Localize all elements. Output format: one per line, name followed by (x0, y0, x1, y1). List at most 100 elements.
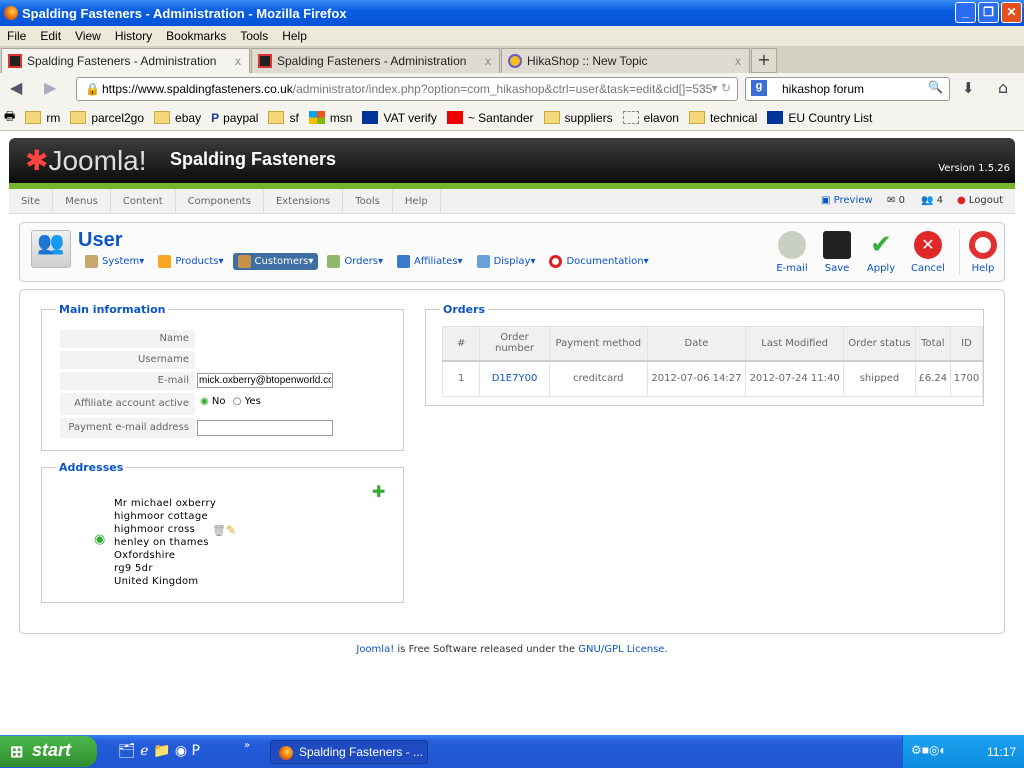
bookmark-paypal[interactable]: Ppaypal (211, 111, 258, 125)
tab-admin-2[interactable]: Spalding Fasteners - Administration x (251, 48, 500, 73)
forward-icon[interactable]: ▶ (44, 78, 56, 97)
admin-menu: Site Menus Content Components Extensions Tool… (9, 188, 1015, 214)
order-number-link[interactable]: D1E7Y00 (479, 360, 550, 397)
col-last-modified: Last Modified (745, 326, 845, 362)
bookmark-vat-verify[interactable]: VAT verify (362, 111, 437, 125)
download-icon[interactable]: ⬇ (962, 79, 975, 97)
email-label: E-mail (60, 372, 195, 390)
addresses-legend: Addresses (59, 461, 124, 474)
print-icon[interactable]: 🖶 (4, 107, 15, 128)
order-status: shipped (843, 360, 916, 397)
email-button[interactable]: E-mail (770, 231, 814, 274)
back-icon[interactable]: ◀ (10, 78, 22, 97)
preview-link[interactable]: ▣ Preview (821, 195, 873, 206)
close-tab-icon[interactable]: x (735, 54, 741, 68)
affiliate-yes-radio[interactable]: ○ (233, 396, 242, 407)
menu-history[interactable]: History (108, 29, 159, 43)
search-bar[interactable]: g hikashop forum 🔍 (745, 77, 950, 101)
submenu-products[interactable]: Products ▾ (153, 253, 228, 270)
bookmark-rm[interactable]: rm (25, 111, 60, 125)
help-button[interactable]: Help (961, 231, 1005, 274)
gpl-license-link[interactable]: GNU/GPL License (578, 644, 664, 655)
url-bar[interactable]: 🔒 https://www.spaldingfasteners.co.uk/adm… (76, 77, 738, 101)
menu-help[interactable]: Help (275, 29, 314, 43)
payment-email-input[interactable] (197, 420, 333, 436)
tab-label: Spalding Fasteners - Administration (277, 54, 467, 68)
bookmark-suppliers[interactable]: suppliers (543, 111, 613, 125)
admin-menu-help[interactable]: Help (393, 188, 441, 214)
submenu-affiliates[interactable]: Affiliates ▾ (392, 253, 468, 270)
start-button[interactable]: ⊞ start (0, 736, 97, 767)
delete-address-icon[interactable]: 🗑 (212, 524, 226, 537)
save-button[interactable]: Save (815, 231, 859, 274)
close-tab-icon[interactable]: x (485, 54, 491, 68)
taskbar-firefox-window[interactable]: Spalding Fasteners - ... (270, 740, 428, 764)
users-count[interactable]: 👥 4 (921, 195, 943, 206)
maximize-button[interactable]: ❐ (978, 2, 999, 23)
submenu-documentation[interactable]: Documentation ▾ (544, 253, 653, 270)
google-icon[interactable]: g (751, 80, 767, 96)
email-input[interactable] (197, 373, 333, 388)
submenu-display[interactable]: Display ▾ (472, 253, 541, 270)
admin-menu-components[interactable]: Components (176, 188, 264, 214)
bookmark-ebay[interactable]: ebay (154, 111, 201, 125)
address-line: highmoor cottage (114, 511, 208, 522)
apply-check-icon: ✔ (870, 230, 892, 260)
lock-icon: 🔒 (85, 82, 100, 96)
bookmark-technical[interactable]: technical (688, 111, 757, 125)
col-total: Total (914, 326, 951, 362)
submenu-customers[interactable]: Customers ▾ (232, 253, 319, 270)
cancel-button[interactable]: ✕ Cancel (906, 231, 950, 274)
bookmark-msn[interactable]: msn (308, 111, 352, 125)
bookmark-parcel2go[interactable]: parcel2go (70, 111, 144, 125)
search-icon[interactable]: 🔍 (928, 80, 943, 94)
admin-menu-content[interactable]: Content (111, 188, 176, 214)
new-tab-button[interactable]: + (751, 48, 777, 73)
main-information-fieldset: Main information Name Username E-mail Af… (41, 303, 404, 451)
admin-menu-extensions[interactable]: Extensions (264, 188, 344, 214)
joomla-favicon (8, 54, 22, 68)
submenu-system[interactable]: System ▾ (80, 253, 149, 270)
menu-file[interactable]: File (0, 29, 33, 43)
joomla-logo: ✱Joomla! (25, 145, 147, 176)
bookmark-star-icon[interactable]: ☆ ▾ ↻ (697, 81, 731, 95)
bookmark-eu-country-list[interactable]: EU Country List (767, 111, 872, 125)
menu-tools[interactable]: Tools (233, 29, 275, 43)
edit-address-icon[interactable]: ✎ (226, 523, 236, 537)
system-tray: ⚙■◎◐ 11:17 (902, 735, 1024, 768)
menu-view[interactable]: View (68, 29, 108, 43)
cancel-icon: ✕ (914, 231, 942, 259)
bookmark-santander[interactable]: ~ Santander (446, 111, 534, 125)
tray-icons[interactable]: ⚙■◎◐ (911, 743, 947, 757)
address-line: highmoor cross (114, 524, 196, 535)
no-label: No (211, 396, 226, 407)
tab-hikashop[interactable]: HikaShop :: New Topic x (501, 48, 750, 73)
menu-edit[interactable]: Edit (33, 29, 68, 43)
minimize-button[interactable]: _ (955, 2, 976, 23)
home-icon[interactable]: ⌂ (998, 78, 1008, 97)
menu-bar: File Edit View History Bookmarks Tools Help (0, 26, 1024, 46)
quick-launch-expand[interactable]: » (244, 740, 250, 751)
affiliate-radio-group: ◉ No ○ Yes (200, 396, 261, 407)
add-address-icon[interactable]: ✚ (372, 482, 385, 501)
bookmark-elavon[interactable]: elavon (622, 111, 679, 125)
close-tab-icon[interactable]: x (235, 54, 241, 68)
messages-count[interactable]: ✉ 0 (887, 195, 905, 206)
admin-menu-menus[interactable]: Menus (53, 188, 111, 214)
submenu-orders[interactable]: Orders ▾ (322, 253, 388, 270)
joomla-link[interactable]: Joomla! (356, 644, 394, 655)
close-button[interactable]: ✕ (1001, 2, 1022, 23)
username-label: Username (60, 351, 195, 369)
tab-admin-1[interactable]: Spalding Fasteners - Administration x (1, 48, 250, 73)
address-default-radio[interactable]: ◉ (94, 532, 105, 547)
quick-launch-icons[interactable]: 🗂 ℯ 📁 ◉ P (118, 743, 200, 759)
bookmark-sf[interactable]: sf (268, 111, 299, 125)
address-line: henley on thames (114, 537, 209, 548)
apply-button[interactable]: ✔ Apply (859, 231, 903, 274)
logout-link[interactable]: ● Logout (957, 195, 1003, 206)
orders-header-row: # Order number Payment method Date Last … (441, 326, 984, 362)
admin-menu-site[interactable]: Site (9, 188, 54, 214)
admin-menu-tools[interactable]: Tools (343, 188, 393, 214)
affiliate-no-radio[interactable]: ◉ (200, 396, 209, 407)
menu-bookmarks[interactable]: Bookmarks (159, 29, 233, 43)
